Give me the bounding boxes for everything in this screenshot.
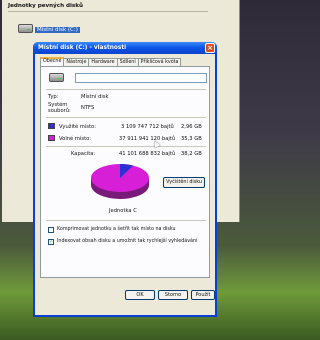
hard-disk-icon[interactable] <box>18 24 33 33</box>
volume-name-input[interactable] <box>75 73 207 83</box>
type-label: Typ: <box>48 94 59 100</box>
dialog-titlebar[interactable]: Místní disk (C:) - vlastnosti × <box>33 42 217 54</box>
divider <box>46 146 206 147</box>
tab-general[interactable]: Obecné <box>40 57 65 66</box>
used-space-size: 2,96 GB <box>181 124 202 130</box>
apply-button[interactable]: Použít <box>191 290 215 300</box>
cancel-button[interactable]: Storno <box>158 290 188 300</box>
tab-tools[interactable]: Nástroje <box>63 58 90 66</box>
checkmark-icon: ✓ <box>49 239 54 245</box>
free-space-bytes: 37 911 941 120 bajtů <box>119 136 176 142</box>
drives-section-header: Jednotky pevných disků <box>8 3 83 9</box>
drive-c-label[interactable]: Místní disk (C:) <box>35 27 80 33</box>
divider <box>46 89 206 90</box>
capacity-size: 38,2 GB <box>181 151 202 157</box>
tab-strip: Obecné Nástroje Hardware Sdílení Přiklíč… <box>40 57 182 66</box>
drive-icon <box>49 73 64 82</box>
used-space-bytes: 3 109 747 712 bajtů <box>121 124 174 130</box>
free-space-size: 35,3 GB <box>181 136 202 142</box>
section-divider <box>8 11 208 12</box>
divider <box>46 220 206 221</box>
index-checkbox[interactable]: ✓ <box>48 239 54 245</box>
tab-quota[interactable]: Přiklíčová kvóta <box>137 58 182 66</box>
filesystem-value: NTFS <box>81 105 95 111</box>
disk-usage-pie <box>91 164 149 199</box>
capacity-bytes: 41 101 688 832 bajtů <box>119 151 176 157</box>
tab-sharing[interactable]: Sdílení <box>116 58 139 66</box>
free-space-swatch <box>48 135 55 141</box>
compress-label: Komprimovat jednotku a šetřit tak místo … <box>57 227 176 232</box>
dialog-title: Místní disk (C:) - vlastnosti <box>38 45 127 51</box>
drive-caption: Jednotka C <box>109 208 137 214</box>
disk-cleanup-button[interactable]: Vyčištění disku <box>163 177 205 188</box>
ok-button[interactable]: OK <box>125 290 155 300</box>
filesystem-label-line2: souborů: <box>48 108 71 114</box>
capacity-label: Kapacita: <box>71 151 96 157</box>
properties-dialog: Místní disk (C:) - vlastnosti × Obecné N… <box>33 42 217 317</box>
tab-hardware[interactable]: Hardware <box>88 58 118 66</box>
free-space-label: Volné místo: <box>59 136 92 142</box>
type-value: Místní disk <box>81 94 109 100</box>
general-panel: Typ: Místní disk Systém souborů: NTFS Vy… <box>40 66 210 278</box>
divider <box>46 117 206 118</box>
close-button[interactable]: × <box>205 43 215 53</box>
compress-checkbox[interactable] <box>48 227 54 233</box>
index-label: Indexovat obsah disku a umožnit tak rych… <box>57 239 198 244</box>
used-space-swatch <box>48 123 55 129</box>
used-space-label: Využité místo: <box>59 124 96 130</box>
